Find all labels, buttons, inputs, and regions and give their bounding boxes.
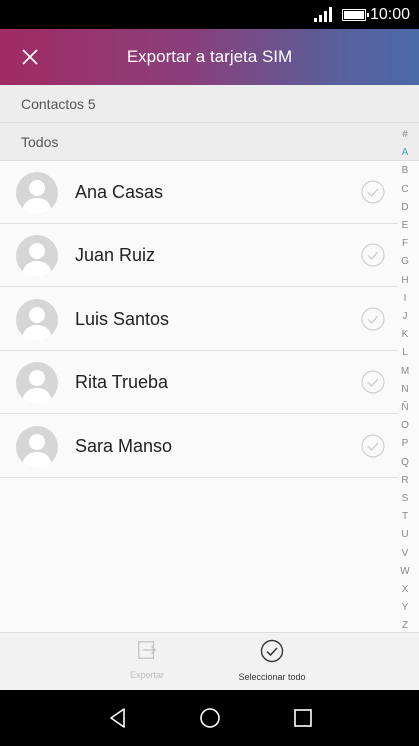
alphabet-index-letter[interactable]: G — [398, 253, 412, 271]
avatar — [16, 426, 58, 468]
group-label: Todos — [21, 134, 59, 150]
navigation-bar — [0, 690, 419, 746]
back-icon[interactable] — [106, 706, 130, 730]
select-all-button[interactable]: Seleccionar todo — [222, 639, 322, 682]
alphabet-index-letter[interactable]: Q — [398, 454, 412, 472]
contact-name: Sara Manso — [75, 436, 173, 456]
alphabet-index-letter[interactable]: M — [398, 363, 412, 381]
check-circle-icon — [260, 639, 284, 663]
list-item[interactable]: Luis Santos — [0, 288, 398, 351]
alphabet-index-letter[interactable]: N — [398, 381, 412, 399]
status-time: 10:00 — [370, 6, 411, 23]
alphabet-index-letter[interactable]: V — [398, 545, 412, 563]
select-all-label: Seleccionar todo — [238, 672, 306, 682]
alphabet-index-letter[interactable]: Ñ — [398, 399, 412, 417]
export-button[interactable]: Exportar — [117, 639, 177, 680]
check-circle-icon[interactable] — [361, 370, 385, 394]
avatar — [16, 299, 58, 341]
alphabet-index-letter[interactable]: E — [398, 217, 412, 235]
recent-apps-icon[interactable] — [291, 706, 315, 730]
check-circle-icon[interactable] — [361, 434, 385, 458]
alphabet-index-letter[interactable]: A — [398, 144, 412, 162]
alphabet-index-letter[interactable]: X — [398, 581, 412, 599]
alphabet-index-letter[interactable]: H — [398, 272, 412, 290]
contacts-count-row: Contactos 5 — [0, 85, 419, 123]
list-item[interactable]: Sara Manso — [0, 415, 398, 478]
status-bar: 10:00 — [0, 0, 419, 29]
check-circle-icon[interactable] — [361, 243, 385, 267]
export-label: Exportar — [129, 670, 164, 680]
alphabet-index-letter[interactable]: C — [398, 181, 412, 199]
contacts-count-label: Contactos 5 — [21, 96, 96, 112]
avatar — [16, 235, 58, 277]
alphabet-index-letter[interactable]: B — [398, 162, 412, 180]
list-item[interactable]: Juan Ruiz — [0, 224, 398, 287]
alphabet-index-letter[interactable]: P — [398, 435, 412, 453]
alphabet-index-letter[interactable]: S — [398, 490, 412, 508]
contact-name: Rita Trueba — [75, 372, 169, 392]
alphabet-index-letter[interactable]: D — [398, 199, 412, 217]
list-item[interactable]: Rita Trueba — [0, 351, 398, 414]
alphabet-index-letter[interactable]: W — [398, 563, 412, 581]
battery-icon — [342, 9, 369, 21]
alphabet-index-letter[interactable]: J — [398, 308, 412, 326]
alphabet-index-letter[interactable]: K — [398, 326, 412, 344]
avatar — [16, 362, 58, 404]
alphabet-index-letter[interactable]: # — [398, 126, 412, 144]
check-circle-icon[interactable] — [361, 307, 385, 331]
page-title: Exportar a tarjeta SIM — [126, 47, 293, 66]
contact-name: Juan Ruiz — [75, 245, 156, 265]
alphabet-index-letter[interactable]: L — [398, 344, 412, 362]
group-header-row: Todos — [0, 123, 419, 161]
alphabet-index-letter[interactable]: R — [398, 472, 412, 490]
export-icon — [138, 641, 157, 659]
alphabet-index-letter[interactable]: I — [398, 290, 412, 308]
home-icon[interactable] — [198, 706, 222, 730]
list-item[interactable]: Ana Casas — [0, 161, 398, 224]
alphabet-index[interactable]: # A B C D E F G H I J K L M N Ñ O P Q R S T U V W X Y Z — [398, 126, 412, 634]
alphabet-index-letter[interactable]: Y — [398, 599, 412, 617]
check-circle-icon[interactable] — [361, 180, 385, 204]
app-header: Exportar a tarjeta SIM — [0, 29, 419, 85]
alphabet-index-letter[interactable]: U — [398, 526, 412, 544]
signal-icon — [314, 7, 332, 22]
contact-name: Ana Casas — [75, 182, 164, 202]
bottom-action-bar: Exportar Seleccionar todo — [0, 632, 419, 690]
alphabet-index-letter[interactable]: O — [398, 417, 412, 435]
alphabet-index-letter[interactable]: T — [398, 508, 412, 526]
avatar — [16, 172, 58, 214]
contact-name: Luis Santos — [75, 309, 170, 329]
alphabet-index-letter[interactable]: F — [398, 235, 412, 253]
